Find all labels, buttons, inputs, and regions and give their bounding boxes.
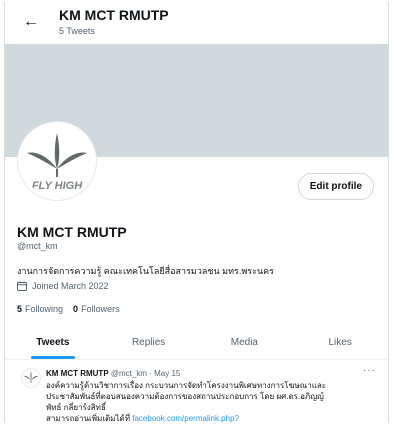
avatar[interactable]: FLY HIGH bbox=[18, 122, 96, 200]
edit-profile-button[interactable]: Edit profile bbox=[297, 173, 374, 200]
tweet-author-name[interactable]: KM MCT RMUTP bbox=[46, 369, 109, 378]
fly-high-logo-small bbox=[23, 371, 39, 383]
tweet-count: 5 Tweets bbox=[59, 26, 95, 36]
followers-label: Followers bbox=[81, 304, 120, 314]
more-options-button[interactable]: ··· bbox=[363, 365, 376, 376]
tweet-line-text: สามารถอ่านเพิ่มเติมได้ที่ bbox=[46, 414, 133, 423]
edit-profile-label: Edit profile bbox=[309, 181, 362, 192]
profile-name: KM MCT RMUTP bbox=[17, 224, 127, 240]
tweet-line: ประชาสัมพันธ์ที่ตอบสนองความต้องการของสถา… bbox=[46, 392, 324, 401]
following-link[interactable]: 5 Following bbox=[17, 304, 63, 314]
tweet-line: พัทธ์ กลี่ยาร์งสิทธิ์ bbox=[46, 403, 106, 412]
tab-likes-label: Likes bbox=[328, 337, 352, 348]
back-button[interactable]: ← bbox=[21, 12, 41, 32]
calendar-icon bbox=[17, 281, 27, 291]
tweet-text: องค์ความรู้ด้านวิชาการเรื่อง กระบวนการจั… bbox=[46, 380, 371, 423]
tab-likes[interactable]: Likes bbox=[292, 326, 388, 359]
tweet-header: KM MCT RMUTP @mct_km · May 15 bbox=[46, 369, 180, 378]
tab-media-label: Media bbox=[230, 337, 258, 348]
fly-high-logo: FLY HIGH bbox=[21, 125, 93, 197]
tab-media[interactable]: Media bbox=[197, 326, 293, 359]
follow-stats: 5 Following 0 Followers bbox=[17, 304, 120, 314]
tweet-line: สามารถอ่านเพิ่มเติมได้ที่ facebook.com/p… bbox=[46, 413, 371, 423]
top-bar: ← KM MCT RMUTP 5 Tweets bbox=[5, 2, 388, 44]
tweet-line: องค์ความรู้ด้านวิชาการเรื่อง กระบวนการจั… bbox=[46, 381, 327, 390]
tab-tweets[interactable]: Tweets bbox=[5, 326, 101, 359]
profile-bio: งานการจัดการความรู้ คณะเทคโนโลยีสื่อสารม… bbox=[17, 266, 274, 276]
followers-link[interactable]: 0 Followers bbox=[73, 304, 120, 314]
profile-page: ← KM MCT RMUTP 5 Tweets FLY HIGH Edit pr… bbox=[4, 2, 389, 423]
arrow-left-icon: ← bbox=[23, 13, 39, 30]
profile-tabs: Tweets Replies Media Likes bbox=[5, 326, 388, 360]
profile-handle: @mct_km bbox=[17, 241, 58, 251]
joined-label: Joined March 2022 bbox=[32, 281, 109, 291]
tweet-meta: @mct_km · May 15 bbox=[110, 369, 181, 378]
tweet-item[interactable]: KM MCT RMUTP @mct_km · May 15 ··· องค์คว… bbox=[5, 361, 388, 423]
tab-replies[interactable]: Replies bbox=[101, 326, 197, 359]
tweet-link[interactable]: facebook.com/permalink.php? bbox=[132, 414, 239, 423]
following-label: Following bbox=[25, 304, 64, 314]
joined-date: Joined March 2022 bbox=[17, 281, 109, 291]
following-count: 5 bbox=[17, 304, 23, 314]
followers-count: 0 bbox=[73, 304, 79, 314]
tab-replies-label: Replies bbox=[131, 337, 166, 348]
active-tab-indicator bbox=[30, 356, 75, 359]
tweet-avatar[interactable] bbox=[21, 368, 41, 388]
header-title: KM MCT RMUTP bbox=[59, 7, 169, 23]
avatar-logo-text: FLY HIGH bbox=[32, 180, 83, 192]
tab-tweets-label: Tweets bbox=[36, 337, 70, 348]
